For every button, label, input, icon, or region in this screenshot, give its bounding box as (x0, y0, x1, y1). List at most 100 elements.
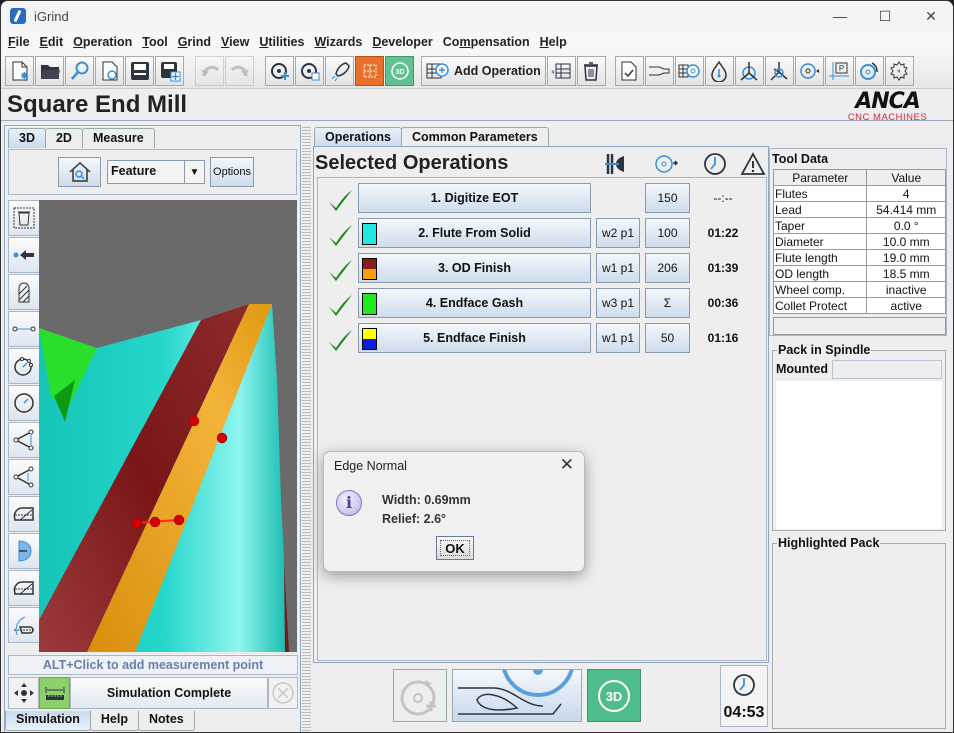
distance-button[interactable] (8, 311, 40, 347)
menu-utilities[interactable]: Utilities (254, 35, 309, 49)
stop-simulation-button[interactable] (268, 677, 298, 709)
ok-button[interactable]: OK (436, 536, 474, 560)
operation-button[interactable]: 3. OD Finish (358, 253, 591, 283)
probe-point-button[interactable]: P (824, 55, 854, 86)
checkmark-icon[interactable] (326, 327, 354, 355)
edit-wheel-button[interactable] (295, 55, 324, 86)
menu-view[interactable]: View (216, 35, 254, 49)
check-document-button[interactable] (614, 55, 644, 86)
redo-button[interactable] (225, 55, 254, 86)
tab-common-parameters[interactable]: Common Parameters (401, 127, 549, 147)
menu-operation[interactable]: Operation (68, 35, 137, 49)
3d-simulation-button[interactable]: 3D (587, 669, 641, 722)
delete-operation-button[interactable] (576, 55, 606, 86)
checkmark-icon[interactable] (326, 187, 354, 215)
tab-operations[interactable]: Operations (314, 127, 402, 147)
settings-button[interactable] (884, 55, 914, 86)
home-view-button[interactable] (58, 157, 101, 187)
open-button[interactable] (35, 55, 64, 86)
measure-point[interactable] (173, 514, 185, 526)
3d-view-button[interactable]: 3D (385, 55, 414, 86)
minimize-button[interactable]: — (817, 1, 863, 31)
tool-blank-button[interactable] (644, 55, 674, 86)
save-as-button[interactable] (155, 55, 184, 86)
axis-button[interactable] (734, 55, 764, 86)
revert-button[interactable] (95, 55, 124, 86)
3d-viewport[interactable] (39, 200, 297, 652)
column-header[interactable]: Value (866, 169, 946, 186)
blank-profile-button[interactable] (8, 274, 40, 310)
pan-button[interactable] (8, 677, 39, 709)
delete-measurement-button[interactable] (8, 200, 40, 236)
maximize-button[interactable]: ☐ (862, 1, 908, 31)
menu-compensation[interactable]: Compensation (438, 35, 535, 49)
measure-point[interactable] (188, 415, 200, 427)
add-wheel-button[interactable] (265, 55, 294, 86)
feed-rate-button[interactable]: 150 (645, 183, 690, 213)
launch-button[interactable] (325, 55, 354, 86)
tab-notes[interactable]: Notes (138, 711, 195, 731)
wheel-pack-button[interactable]: w2 p1 (596, 218, 640, 248)
wheel-pack-button[interactable]: w3 p1 (596, 288, 640, 318)
options-button[interactable]: Options (210, 157, 254, 187)
menu-wizards[interactable]: Wizards (309, 35, 367, 49)
pack-list[interactable] (776, 381, 942, 529)
menu-edit[interactable]: Edit (35, 35, 69, 49)
view-mode-select[interactable]: Feature ▼ (107, 160, 205, 184)
tab-help[interactable]: Help (89, 711, 139, 731)
circle-3-point-button[interactable] (8, 348, 40, 384)
wheel-rotate-button[interactable] (794, 55, 824, 86)
feed-rate-button[interactable]: 206 (645, 253, 690, 283)
grind-simulation-button[interactable] (452, 669, 582, 722)
section-view-button[interactable] (8, 496, 40, 532)
menu-file[interactable]: File (3, 35, 35, 49)
menu-tool[interactable]: Tool (137, 35, 172, 49)
tool-3d-render[interactable] (39, 200, 297, 652)
axis-4-button[interactable] (764, 55, 794, 86)
menu-help[interactable]: Help (535, 35, 572, 49)
wheel-dress-button[interactable] (854, 55, 884, 86)
simulation-status-button[interactable]: Simulation Complete (70, 677, 268, 709)
menu-grind[interactable]: Grind (173, 35, 216, 49)
layout-button[interactable] (355, 55, 384, 86)
tab-measure[interactable]: Measure (81, 128, 155, 148)
measure-point[interactable] (131, 517, 143, 529)
column-header[interactable]: Parameter (772, 169, 868, 186)
operation-button[interactable]: 1. Digitize EOT (358, 183, 591, 213)
close-button[interactable]: ✕ (908, 1, 953, 31)
half-profile-button[interactable] (8, 533, 40, 569)
undo-button[interactable] (195, 55, 224, 86)
checkmark-icon[interactable] (326, 222, 354, 250)
point-arrow-button[interactable] (8, 237, 40, 273)
operation-button[interactable]: 4. Endface Gash (358, 288, 591, 318)
circle-radius-button[interactable] (8, 385, 40, 421)
new-file-button[interactable] (5, 55, 34, 86)
insert-operation-button[interactable] (546, 55, 576, 86)
section-view-2-button[interactable] (8, 570, 40, 606)
find-button[interactable] (65, 55, 94, 86)
tab-2d[interactable]: 2D (44, 128, 83, 148)
dialog-close-button[interactable]: ✕ (560, 455, 574, 475)
panel-splitter[interactable] (302, 125, 311, 732)
save-button[interactable] (125, 55, 154, 86)
angle-measure-button[interactable] (8, 422, 40, 458)
checkmark-icon[interactable] (326, 257, 354, 285)
tab-simulation[interactable]: Simulation (5, 711, 91, 731)
feed-rate-button[interactable]: 50 (645, 323, 690, 353)
wheel-simulate-button[interactable] (393, 669, 447, 722)
wheel-pack-button[interactable] (674, 55, 704, 86)
measure-point[interactable] (216, 432, 228, 444)
tab-3d[interactable]: 3D (8, 128, 46, 148)
rotate-section-button[interactable] (8, 607, 40, 643)
menu-developer[interactable]: Developer (367, 35, 437, 49)
wheel-pack-button[interactable]: w1 p1 (596, 253, 640, 283)
angle-vertical-button[interactable] (8, 459, 40, 495)
wheel-pack-button[interactable]: w1 p1 (596, 323, 640, 353)
feed-rate-button[interactable]: 100 (645, 218, 690, 248)
feed-rate-button[interactable]: Σ (645, 288, 690, 318)
operation-button[interactable]: 2. Flute From Solid (358, 218, 591, 248)
coolant-button[interactable] (704, 55, 734, 86)
measure-tool-button[interactable] (39, 677, 70, 709)
measure-point[interactable] (149, 516, 161, 528)
checkmark-icon[interactable] (326, 292, 354, 320)
